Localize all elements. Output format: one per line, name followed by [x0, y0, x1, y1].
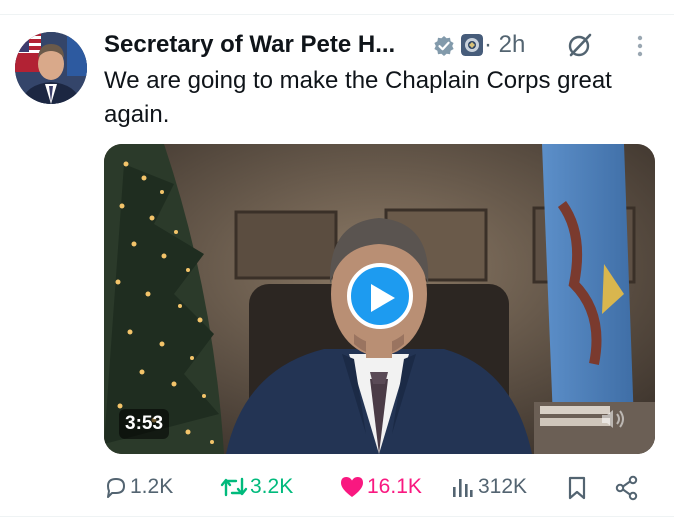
timestamp[interactable]: · 2h: [484, 28, 525, 62]
author-name[interactable]: Secretary of War Pete H...: [104, 28, 395, 62]
bookmark-icon: [568, 476, 586, 500]
play-icon: [371, 284, 395, 312]
top-divider: [0, 14, 674, 15]
video-duration: 3:53: [119, 409, 170, 439]
department-seal-icon[interactable]: [461, 34, 483, 56]
repost-icon: [220, 477, 248, 497]
play-button[interactable]: [347, 263, 413, 329]
avatar[interactable]: [15, 32, 87, 104]
like-count: 16.1K: [367, 475, 422, 498]
tweet-text: We are going to make the Chaplain Corps …: [104, 67, 612, 128]
heart-icon: [341, 477, 363, 497]
verified-badge-icon[interactable]: [433, 35, 455, 57]
analytics-icon: [453, 479, 473, 497]
share-icon: [615, 475, 638, 501]
bottom-divider: [0, 516, 674, 517]
tweet-header: Secretary of War Pete H... · 2h: [104, 28, 654, 62]
action-bar: 1.2K 3.2K 16.1K 312K: [104, 470, 654, 504]
video-player[interactable]: 3:53: [104, 144, 655, 454]
volume-icon[interactable]: [598, 405, 626, 433]
views-count: 312K: [478, 475, 528, 498]
reply-count: 1.2K: [130, 475, 174, 498]
grok-icon[interactable]: [566, 31, 594, 59]
more-options-icon[interactable]: [629, 34, 651, 58]
reply-icon: [107, 478, 125, 498]
repost-count: 3.2K: [250, 475, 294, 498]
avatar-image: [15, 32, 87, 104]
